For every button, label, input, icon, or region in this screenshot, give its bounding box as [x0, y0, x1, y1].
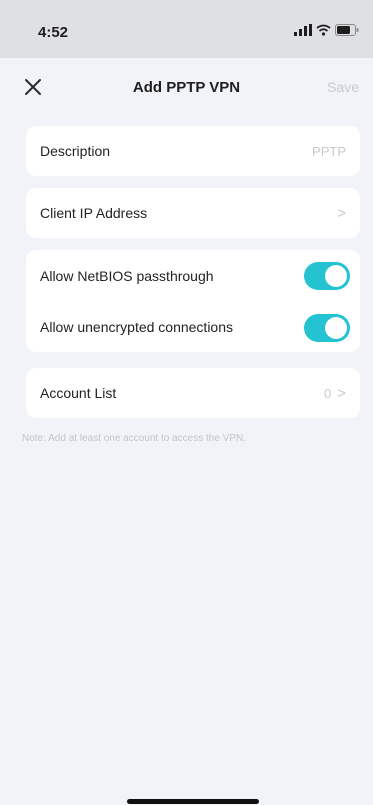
toggles-card: Allow NetBIOS passthrough Allow unencryp… — [26, 250, 360, 352]
account-note: Note: Add at least one account to access… — [22, 433, 247, 444]
account-count: 0 — [324, 385, 332, 401]
vpn-sheet: Add PPTP VPN Save Description PPTP Clien… — [6, 58, 367, 805]
client-ip-label: Client IP Address — [40, 205, 148, 221]
nav-bar: Add PPTP VPN Save — [6, 58, 367, 114]
chevron-right-icon: > — [337, 384, 346, 402]
chevron-right-icon: > — [337, 204, 346, 222]
phone-screen: 4:52 Add PPTP VPN Save Description PPTP … — [0, 0, 373, 805]
home-indicator[interactable] — [127, 799, 259, 804]
cellular-signal-icon — [294, 24, 312, 36]
unencrypted-toggle[interactable] — [304, 314, 350, 342]
description-label: Description — [40, 143, 111, 159]
client-ip-card: Client IP Address > — [26, 188, 360, 238]
status-bar: 4:52 — [0, 0, 373, 58]
client-ip-right: > — [337, 188, 346, 238]
account-list-card: Account List 0 > — [26, 368, 360, 418]
page-title: Add PPTP VPN — [132, 79, 241, 96]
netbios-label: Allow NetBIOS passthrough — [40, 268, 214, 284]
status-time: 4:52 — [38, 24, 69, 41]
account-list-label: Account List — [40, 385, 117, 401]
client-ip-row[interactable]: Client IP Address > — [26, 188, 360, 238]
toggle-knob — [325, 317, 347, 339]
netbios-row: Allow NetBIOS passthrough — [26, 250, 360, 302]
unencrypted-label: Allow unencrypted connections — [40, 319, 234, 335]
battery-icon — [335, 24, 359, 36]
netbios-toggle[interactable] — [304, 262, 350, 290]
description-input[interactable]: PPTP — [312, 126, 346, 176]
save-button[interactable]: Save — [327, 79, 359, 95]
wifi-icon — [316, 24, 331, 36]
status-icons — [294, 24, 359, 36]
account-list-right: 0 > — [324, 368, 346, 418]
toggle-knob — [325, 265, 347, 287]
description-row[interactable]: Description PPTP — [26, 126, 360, 176]
description-card: Description PPTP — [26, 126, 360, 176]
unencrypted-row: Allow unencrypted connections — [26, 302, 360, 352]
account-list-row[interactable]: Account List 0 > — [26, 368, 360, 418]
